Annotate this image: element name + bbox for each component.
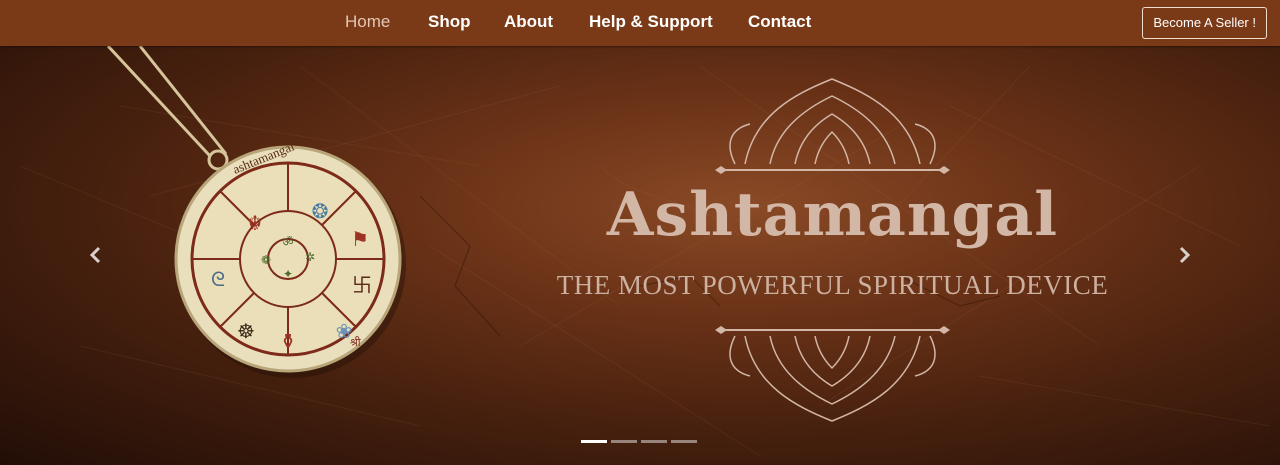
svg-text:✲: ✲ — [305, 250, 315, 264]
carousel-indicator-4[interactable] — [671, 440, 697, 443]
carousel-next-button[interactable] — [1171, 242, 1197, 268]
carousel-indicator-3[interactable] — [641, 440, 667, 443]
hero-carousel: ☬ ❂ ⚑ 卐 ❀ ⚱ ☸ ᘓ ॐ ✲ ✦ ❁ ashtamangal श्री As… — [0, 46, 1280, 465]
chevron-right-icon — [1179, 246, 1191, 264]
svg-text:ॐ: ॐ — [283, 235, 294, 249]
nav-help-support[interactable]: Help & Support — [589, 12, 713, 32]
hero-subtitle: THE MOST POWERFUL SPIRITUAL DEVICE — [556, 270, 1109, 300]
hero-title: Ashtamangal — [606, 180, 1059, 250]
carousel-indicator-1[interactable] — [581, 440, 607, 443]
svg-text:⚑: ⚑ — [351, 227, 369, 251]
svg-text:❂: ❂ — [312, 199, 329, 223]
mandala-bottom-ornament — [715, 326, 950, 422]
ashtamangal-pendant-image: ☬ ❂ ⚑ 卐 ❀ ⚱ ☸ ᘓ ॐ✲✦❁ ashtamangal श्री — [106, 46, 406, 378]
svg-text:ᘓ: ᘓ — [211, 267, 225, 291]
nav-contact[interactable]: Contact — [748, 12, 811, 32]
svg-text:❁: ❁ — [261, 253, 271, 267]
top-navbar: Home Shop About Help & Support Contact B… — [0, 0, 1280, 46]
mandala-top-ornament — [715, 78, 950, 174]
carousel-prev-button[interactable] — [83, 242, 109, 268]
svg-text:⚱: ⚱ — [280, 329, 297, 353]
nav-home[interactable]: Home — [345, 12, 390, 32]
svg-text:✦: ✦ — [283, 267, 293, 281]
carousel-indicator-2[interactable] — [611, 440, 637, 443]
svg-text:☬: ☬ — [248, 211, 262, 235]
nav-shop[interactable]: Shop — [428, 12, 471, 32]
nav-about[interactable]: About — [504, 12, 553, 32]
become-seller-button[interactable]: Become A Seller ! — [1142, 7, 1267, 39]
pendant-chain — [106, 46, 228, 158]
svg-text:卐: 卐 — [352, 273, 372, 297]
chevron-left-icon — [89, 246, 101, 264]
nav-menu: Home Shop About Help & Support Contact — [0, 0, 1280, 46]
svg-text:☸: ☸ — [237, 319, 255, 343]
medallion-footer-text: श्री — [350, 336, 361, 349]
